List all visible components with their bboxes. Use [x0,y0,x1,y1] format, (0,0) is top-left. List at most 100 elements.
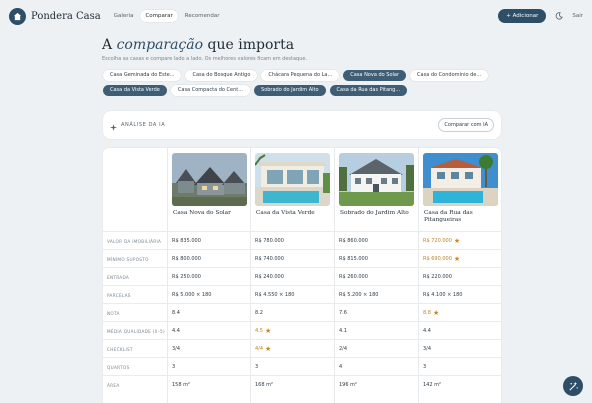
table-cell: 168 m² [250,376,273,394]
logout-link[interactable]: Sair [572,13,583,19]
cell-value: 8.4 [172,310,180,316]
cell-value: R$ 720.000 [423,238,452,244]
table-row: CHECKLIST 3/4 4/4 ★ 2/4 3/4 [103,339,501,357]
cell-value: 158 m² [172,382,191,388]
page-subtitle: Escolha as casas e compare lado a lado. … [102,56,308,62]
table-cell: R$ 860.000 [334,232,368,250]
cell-value: 4.5 [255,328,263,334]
table-row: NOTA 8.4 8.2 7.6 8.8 ★ [103,303,501,321]
table-cell: 7.6 [334,304,347,322]
house-chip-selected[interactable]: Sobrado do Jardim Alto [254,85,326,96]
nav-tab-galeria[interactable]: Galeria [109,10,139,22]
table-cell: R$ 780.000 [250,232,284,250]
house-chip[interactable]: Casa Geminada do Este... [103,70,182,81]
row-label: ÁREA [107,382,120,388]
main-nav: Galeria Comparar Recomendar [109,10,225,22]
nav-tab-comparar[interactable]: Comparar [140,10,178,22]
table-cell-best: R$ 720.000 ★ [418,232,460,250]
table-cell: 4 [334,358,342,376]
cell-value: R$ 860.000 [339,238,368,244]
table-cell: 8.2 [250,304,263,322]
row-label: VALOR DA IMOBILIÁRIA [107,238,162,244]
house-photo[interactable] [339,153,414,206]
house-header-row: Casa Nova do Solar Casa da Vista Verde S… [103,148,501,231]
cell-value: 3/4 [423,346,432,352]
table-cell: R$ 800.000 [167,250,201,268]
title-part: que importa [203,37,295,53]
house-chip-selected[interactable]: Casa da Rua das Pitang... [329,85,408,96]
cell-value: 168 m² [255,382,274,388]
cell-value: R$ 250.000 [172,274,201,280]
cell-value: 142 m² [423,382,442,388]
house-chip[interactable]: Casa Compacta do Cent... [170,85,251,96]
row-label: MÍNIMO SUPOSTO [107,256,149,262]
house-photo[interactable] [172,153,247,206]
table-cell: 3/4 [418,340,431,358]
house-column: Casa Nova do Solar [167,148,250,231]
cell-value: R$ 4.100 × 180 [423,292,463,298]
brand-name[interactable]: Pondera Casa [31,11,101,22]
title-part: A [102,37,117,53]
table-cell: 3 [167,358,175,376]
brand-logo-icon[interactable] [9,7,26,25]
ai-analysis-label: ANÁLISE DA IA [121,122,166,128]
house-chip[interactable]: Casa do Bosque Antigo [185,70,258,81]
table-cell: 196 m² [334,376,357,394]
cell-value: 4 [339,364,343,370]
table-cell-best: 4/4 ★ [250,340,271,358]
cell-value: 7.6 [339,310,347,316]
cell-value: 4.4 [423,328,431,334]
cell-value: R$ 780.000 [255,238,284,244]
row-label: QUARTOS [107,364,130,370]
house-chip-selected[interactable]: Casa Nova do Solar [343,70,407,81]
table-cell: 4.1 [334,322,347,340]
cell-value: 8.2 [255,310,263,316]
star-icon: ★ [264,327,272,335]
house-selector: Casa Geminada do Este... Casa do Bosque … [103,70,503,96]
cell-value: 196 m² [339,382,358,388]
table-cell: 3/4 [167,340,180,358]
cell-value: 4/4 [255,346,264,352]
cell-value: R$ 4.550 × 180 [255,292,295,298]
row-label: MÉDIA QUALIDADE (0–5) [107,328,165,334]
table-cell: 4.4 [418,322,431,340]
sparkle-icon [110,116,117,135]
title-emphasis: comparação [116,37,204,53]
star-icon: ★ [453,237,461,245]
table-cell: 8.4 [167,304,180,322]
table-cell: R$ 220.000 [418,268,452,286]
table-cell: R$ 835.000 [167,232,201,250]
cell-value: R$ 740.000 [255,256,284,262]
cell-value: R$ 260.000 [339,274,368,280]
ai-analysis-card: ANÁLISE DA IA Comparar com IA [103,111,501,139]
house-photo[interactable] [423,153,498,206]
nav-tab-recomendar[interactable]: Recomendar [180,10,225,22]
table-cell: 3 [418,358,426,376]
cell-value: 8.8 [423,310,431,316]
table-cell-best: 8.8 ★ [418,304,439,322]
add-house-button[interactable]: + Adicionar [498,9,547,23]
house-photo[interactable] [255,153,330,206]
cell-value: R$ 240.000 [255,274,284,280]
house-name: Casa da Rua das Pitangueiras [424,210,473,223]
cell-value: R$ 815.000 [339,256,368,262]
table-cell: R$ 5.200 × 180 [334,286,378,304]
table-cell: R$ 815.000 [334,250,368,268]
compare-with-ai-button[interactable]: Comparar com IA [438,118,494,132]
house-name: Casa da Vista Verde [256,210,315,216]
cell-value: 3 [172,364,176,370]
ai-assistant-button[interactable] [563,376,583,396]
house-chip-selected[interactable]: Casa da Vista Verde [103,85,167,96]
table-row: PARCELAS R$ 5.000 × 180 R$ 4.550 × 180 R… [103,285,501,303]
table-cell: 142 m² [418,376,441,394]
dark-mode-toggle-icon[interactable] [554,11,564,21]
house-column: Casa da Vista Verde [250,148,334,231]
house-chip[interactable]: Chácara Pequena do La... [261,70,340,81]
table-row: ÁREA 158 m² 168 m² 196 m² 142 m² [103,375,501,393]
house-chip[interactable]: Casa do Condomínio de... [410,70,489,81]
house-name: Sobrado do Jardim Alto [340,210,409,216]
cell-value: 3 [423,364,427,370]
table-cell: R$ 4.550 × 180 [250,286,294,304]
table-cell: R$ 250.000 [167,268,201,286]
star-icon: ★ [453,255,461,263]
